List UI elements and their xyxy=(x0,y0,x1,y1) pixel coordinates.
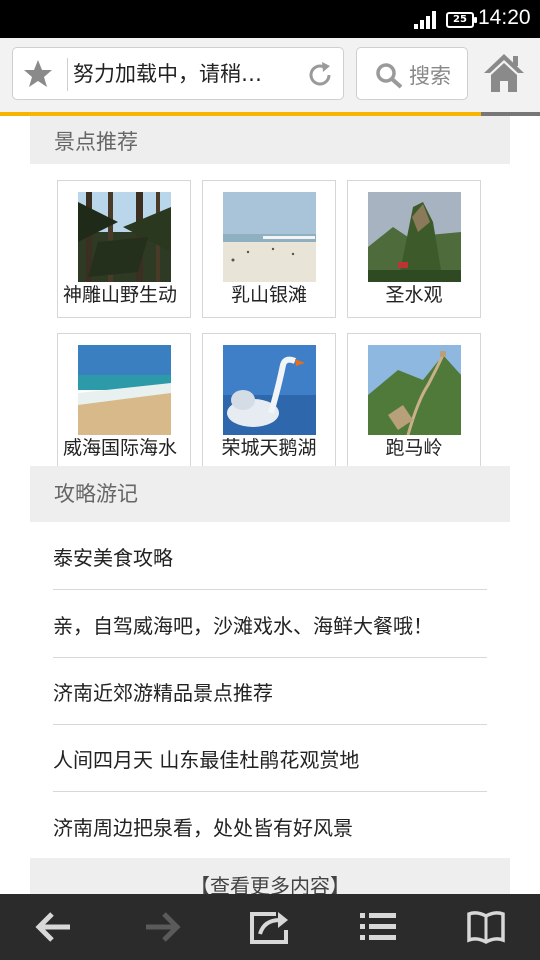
guide-list-item[interactable]: 人间四月天 山东最佳杜鹃花观赏地 xyxy=(53,724,487,792)
guide-title: 人间四月天 山东最佳杜鹃花观赏地 xyxy=(53,748,360,772)
attraction-name: 神雕山野生动 xyxy=(63,284,178,306)
guide-list-item[interactable]: 济南近郊游精品景点推荐 xyxy=(53,657,487,725)
guide-title: 济南周边把泉看，处处皆有好风景 xyxy=(53,816,353,840)
signal-icon xyxy=(414,11,436,29)
battery-icon: 25 xyxy=(446,12,477,28)
back-icon[interactable] xyxy=(34,908,74,946)
guide-list-item[interactable]: 亲，自驾威海吧，沙滩戏水、海鲜大餐哦！ xyxy=(53,590,487,658)
section-title: 攻略游记 xyxy=(54,482,138,506)
attraction-card[interactable]: 荣城天鹅湖 xyxy=(202,333,336,471)
attraction-name: 圣水观 xyxy=(385,284,443,306)
seaside-beach-photo xyxy=(78,345,171,435)
guide-title: 泰安美食攻略 xyxy=(53,546,173,570)
divider xyxy=(67,58,68,91)
attraction-card[interactable]: 威海国际海水 xyxy=(57,333,191,471)
guides-section-header: 攻略游记 xyxy=(30,466,510,522)
beach-photo xyxy=(223,192,316,282)
search-button[interactable]: 搜索 xyxy=(356,47,468,100)
pine-forest-photo xyxy=(78,192,171,282)
mountain-temple-photo xyxy=(368,192,461,282)
home-icon[interactable] xyxy=(482,52,526,94)
status-bar: 25 14:20 xyxy=(0,0,540,38)
attraction-card[interactable]: 神雕山野生动 xyxy=(57,180,191,318)
forward-icon[interactable] xyxy=(142,908,182,946)
guide-title: 济南近郊游精品景点推荐 xyxy=(53,681,273,705)
guide-list-item[interactable]: 泰安美食攻略 xyxy=(53,522,487,590)
attractions-section-header: 景点推荐 xyxy=(30,116,510,164)
view-more-button[interactable]: 【查看更多内容】 xyxy=(30,858,510,898)
attraction-card[interactable]: 乳山银滩 xyxy=(202,180,336,318)
share-icon[interactable] xyxy=(250,908,290,946)
swan-photo xyxy=(223,345,316,435)
page-title[interactable]: 努力加载中，请稍… xyxy=(73,60,295,88)
address-bar[interactable]: 努力加载中，请稍… xyxy=(12,47,344,100)
bottom-navigation-bar xyxy=(0,894,540,960)
attraction-card[interactable]: 圣水观 xyxy=(347,180,481,318)
attraction-name: 荣城天鹅湖 xyxy=(221,437,317,459)
browser-toolbar: 努力加载中，请稍… 搜索 xyxy=(0,38,540,112)
search-label: 搜索 xyxy=(409,64,451,88)
menu-icon[interactable] xyxy=(358,908,398,946)
search-icon xyxy=(376,63,403,89)
attraction-name: 乳山银滩 xyxy=(230,284,307,306)
guide-list-item[interactable]: 济南周边把泉看，处处皆有好风景 xyxy=(53,792,487,860)
bookmark-star-icon[interactable] xyxy=(23,59,53,89)
reload-icon[interactable] xyxy=(305,60,335,90)
guide-title: 亲，自驾威海吧，沙滩戏水、海鲜大餐哦！ xyxy=(53,614,433,638)
bookmarks-icon[interactable] xyxy=(466,908,506,946)
attraction-name: 跑马岭 xyxy=(385,437,443,459)
attraction-name: 威海国际海水 xyxy=(63,437,178,459)
clock: 14:20 xyxy=(478,6,531,29)
attraction-card[interactable]: 跑马岭 xyxy=(347,333,481,471)
great-wall-photo xyxy=(368,345,461,435)
section-title: 景点推荐 xyxy=(54,130,138,154)
